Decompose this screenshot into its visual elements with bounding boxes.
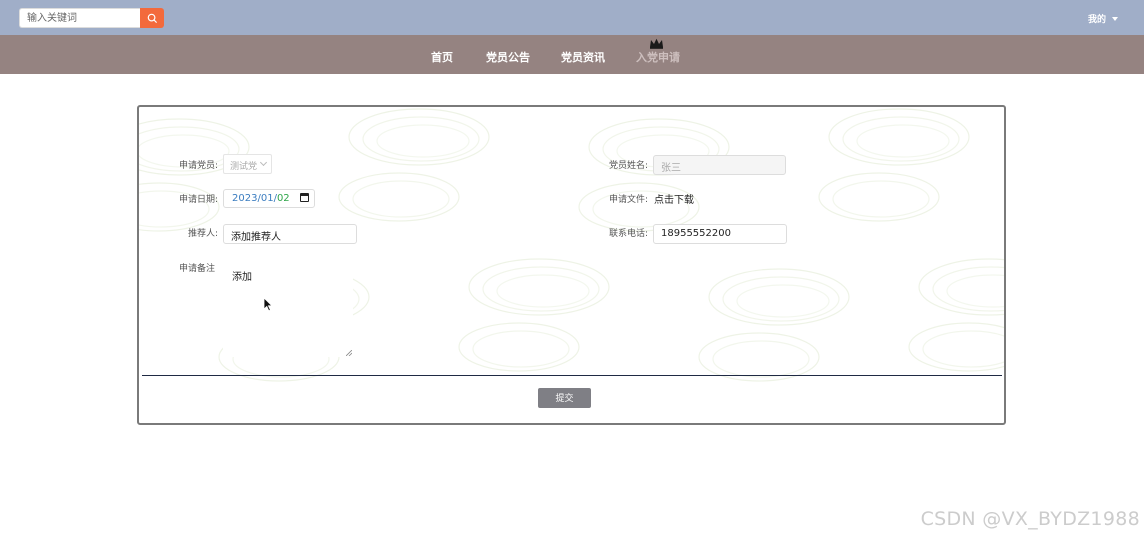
apply-member-select[interactable]: 测试党 bbox=[223, 154, 272, 174]
apply-member-label: 申请党员: bbox=[179, 161, 219, 171]
member-name-label: 党员姓名: bbox=[609, 161, 649, 171]
recommender-field[interactable]: 添加推荐人 bbox=[223, 224, 357, 244]
search-box bbox=[19, 8, 164, 28]
nav-home[interactable]: 首页 bbox=[431, 49, 453, 65]
submit-button[interactable]: 提交 bbox=[538, 388, 591, 408]
search-icon bbox=[147, 13, 157, 23]
chevron-down-icon bbox=[259, 158, 268, 167]
remark-value: 添加 bbox=[232, 272, 252, 283]
recommender-value: 添加推荐人 bbox=[231, 232, 281, 243]
nav-apply-membership-label: 入党申请 bbox=[636, 51, 680, 64]
member-name-field: 张三 bbox=[653, 155, 786, 175]
main-nav: 首页 党员公告 党员资讯 入党申请 bbox=[0, 35, 1144, 74]
mouse-cursor-icon bbox=[263, 297, 273, 312]
top-bar: 我的 bbox=[0, 0, 1144, 35]
application-form: 申请党员: 测试党 党员姓名: 张三 申请日期: 2023/01/02 申请文件… bbox=[137, 105, 1006, 425]
apply-member-value: 测试党 bbox=[230, 162, 258, 172]
search-input[interactable] bbox=[19, 8, 140, 28]
user-menu-label: 我的 bbox=[1087, 15, 1106, 25]
apply-file-label: 申请文件: bbox=[609, 195, 649, 205]
calendar-icon[interactable] bbox=[300, 193, 309, 202]
remark-label: 申请备注 bbox=[179, 264, 216, 274]
chevron-down-icon bbox=[1112, 16, 1118, 21]
nav-party-news[interactable]: 党员资讯 bbox=[561, 49, 605, 65]
member-name-value: 张三 bbox=[661, 163, 681, 174]
user-menu[interactable]: 我的 bbox=[1088, 12, 1118, 25]
apply-date-field[interactable]: 2023/01/02 bbox=[223, 189, 315, 208]
date-day: 02 bbox=[276, 193, 290, 204]
recommender-label: 推荐人: bbox=[188, 229, 219, 239]
nav-party-notices[interactable]: 党员公告 bbox=[486, 49, 530, 65]
phone-value: 18955552200 bbox=[661, 228, 731, 239]
resize-handle-icon[interactable] bbox=[346, 350, 352, 356]
date-year: 2023 bbox=[232, 193, 258, 204]
form-divider bbox=[142, 375, 1002, 376]
watermark: CSDN @VX_BYDZ1988 bbox=[920, 508, 1140, 530]
phone-label: 联系电话: bbox=[609, 229, 649, 239]
download-link[interactable]: 点击下载 bbox=[654, 191, 694, 206]
date-month: 01 bbox=[260, 193, 274, 204]
search-button[interactable] bbox=[140, 8, 164, 28]
phone-field[interactable]: 18955552200 bbox=[653, 224, 787, 244]
crown-icon bbox=[650, 38, 663, 49]
nav-apply-membership[interactable]: 入党申请 bbox=[636, 49, 680, 65]
remark-textarea[interactable]: 添加 bbox=[223, 259, 353, 357]
apply-date-label: 申请日期: bbox=[179, 195, 219, 205]
